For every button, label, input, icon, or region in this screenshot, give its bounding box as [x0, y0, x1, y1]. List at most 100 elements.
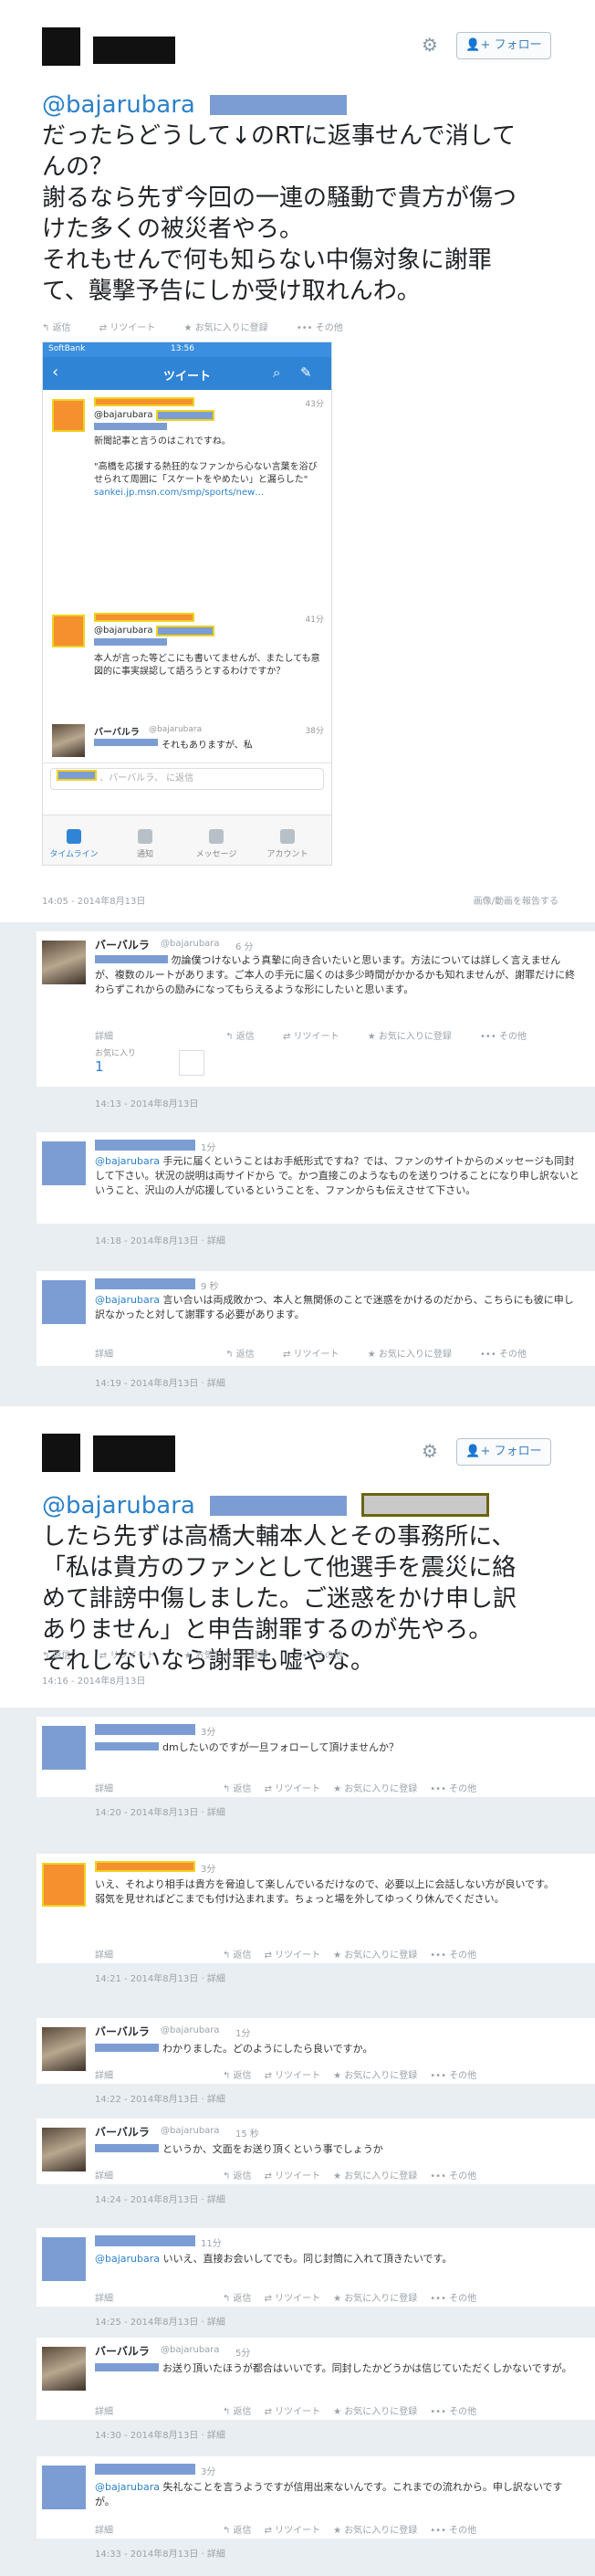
tab-account[interactable]: アカウント: [260, 829, 315, 859]
reply-timestamp[interactable]: 14:13 - 2014年8月13日: [95, 1096, 198, 1109]
reply-body: 失礼なことを言うようですが信用出来ないんです。これまでの流れから。申し訳ないです…: [95, 2481, 563, 2508]
tweet-timestamp[interactable]: 14:16 - 2014年8月13日: [42, 1673, 145, 1687]
reply-timestamp[interactable]: 14:24 - 2014年8月13日 · 詳細: [95, 2192, 225, 2205]
tweet-timestamp[interactable]: 14:05 - 2014年8月13日: [42, 893, 145, 907]
favorite-button[interactable]: ★ お気に入りに登録: [333, 1784, 417, 1794]
favorite-button[interactable]: ★ お気に入りに登録: [184, 323, 281, 333]
reply-text: いえ、それより相手は貴方を脅迫して楽しんでいるだけなので、必要以上に会話しない方…: [95, 1877, 580, 1907]
more-button[interactable]: ••• その他: [430, 2526, 476, 2536]
reply-timestamp[interactable]: 14:20 - 2014年8月13日 · 詳細: [95, 1804, 225, 1818]
reply-button[interactable]: ↰ 返信: [225, 1032, 267, 1042]
favorite-button[interactable]: ★ お気に入りに登録: [333, 2294, 417, 2304]
more-button[interactable]: ••• その他: [480, 1350, 539, 1360]
retweet-button[interactable]: ⇄ リツイート: [99, 323, 169, 333]
retweet-button[interactable]: ⇄ リツイート: [283, 1032, 352, 1042]
fav-user-avatar[interactable]: [179, 1050, 204, 1076]
reply-button[interactable]: ↰ 返信: [223, 2071, 252, 2081]
reply-actions: 詳細 ↰ 返信 ⇄ リツイート ★ お気に入りに登録 ••• その他: [95, 2067, 489, 2081]
more-button[interactable]: ••• その他: [297, 1651, 356, 1661]
favorite-button[interactable]: ★ お気に入りに登録: [368, 1032, 465, 1042]
reply-timestamp[interactable]: 14:21 - 2014年8月13日 · 詳細: [95, 1971, 225, 1984]
mention-link[interactable]: @bajarubara: [95, 2253, 163, 2265]
detail-link[interactable]: 詳細: [95, 2171, 113, 2182]
display-name[interactable]: バーバルラ: [95, 2024, 150, 2039]
reply-button[interactable]: ↰ 返信: [223, 2526, 252, 2536]
reply-button[interactable]: ↰ 返信: [223, 2294, 252, 2304]
avatar-redacted: [42, 1141, 86, 1185]
reply-button[interactable]: ↰ 返信: [225, 1350, 267, 1360]
more-button[interactable]: ••• その他: [430, 2407, 476, 2417]
favorite-button[interactable]: ★ お気に入りに登録: [333, 2526, 417, 2536]
follow-button[interactable]: 👤+ フォロー: [456, 32, 551, 59]
tab-notifications[interactable]: 通知: [118, 829, 172, 859]
detail-link[interactable]: 詳細: [95, 1350, 113, 1360]
mention-link[interactable]: @bajarubara: [95, 1155, 160, 1167]
reply-timestamp[interactable]: 14:22 - 2014年8月13日 · 詳細: [95, 2091, 225, 2105]
detail-link[interactable]: 詳細: [95, 1032, 113, 1042]
more-button[interactable]: ••• その他: [430, 1784, 476, 1794]
reply-button[interactable]: ↰ 返信: [223, 1784, 252, 1794]
reply-box[interactable]: 、バーバルラ、 に返信: [50, 768, 324, 790]
tweet-age: 5分: [235, 2349, 251, 2359]
mention-link[interactable]: @bajarubara: [95, 2481, 163, 2493]
favorite-button[interactable]: ★ お気に入りに登録: [333, 2171, 417, 2182]
detail-link[interactable]: 詳細: [95, 2526, 113, 2536]
mention-link[interactable]: @bajarubara: [42, 1492, 195, 1519]
retweet-button[interactable]: ⇄ リツイート: [265, 2071, 321, 2081]
retweet-button[interactable]: ⇄ リツイート: [283, 1350, 352, 1360]
reply-button[interactable]: ↰ 返信: [223, 2407, 252, 2417]
retweet-button[interactable]: ⇄ リツイート: [265, 2526, 321, 2536]
gear-icon[interactable]: ⚙: [422, 35, 442, 55]
retweet-button[interactable]: ⇄ リツイート: [265, 2294, 321, 2304]
favorite-button[interactable]: ★ お気に入りに登録: [368, 1350, 465, 1360]
detail-link[interactable]: 詳細: [95, 2407, 113, 2417]
redacted-name: [210, 95, 348, 115]
mention-link[interactable]: @bajarubara: [95, 1294, 160, 1306]
follow-button[interactable]: 👤+ フォロー: [456, 1438, 551, 1466]
favorite-button[interactable]: ★ お気に入りに登録: [333, 2071, 417, 2081]
attached-screenshot[interactable]: SoftBank 13:56 ‹ ツイート ⌕ ✎ 43分 @bajarubar…: [42, 342, 332, 866]
reply-button[interactable]: ↰ 返信: [42, 1651, 84, 1661]
tweet-line: けた多くの被災者やろ。: [42, 216, 304, 243]
reply-button[interactable]: ↰ 返信: [223, 2171, 252, 2182]
retweet-button[interactable]: ⇄ リツイート: [265, 2407, 321, 2417]
display-name[interactable]: バーバルラ: [95, 2124, 150, 2140]
detail-link[interactable]: 詳細: [95, 2294, 113, 2304]
reply-timestamp[interactable]: 14:25 - 2014年8月13日 · 詳細: [95, 2314, 225, 2328]
retweet-button[interactable]: ⇄ リツイート: [265, 1950, 321, 1961]
display-name[interactable]: バーバルラ: [95, 937, 150, 952]
more-button[interactable]: ••• その他: [430, 2071, 476, 2081]
article-link[interactable]: sankei.jp.msn.com/smp/sports/new…: [94, 487, 324, 499]
retweet-button[interactable]: ⇄ リツイート: [265, 2171, 321, 2182]
gear-icon[interactable]: ⚙: [422, 1441, 442, 1461]
favorite-button[interactable]: ★ お気に入りに登録: [333, 1950, 417, 1961]
retweet-button[interactable]: ⇄ リツイート: [99, 1651, 169, 1661]
search-icon[interactable]: ⌕: [273, 364, 280, 381]
more-button[interactable]: ••• その他: [430, 2171, 476, 2182]
report-media-link[interactable]: 画像/動画を報告する: [474, 893, 558, 907]
reply-button[interactable]: ↰ 返信: [223, 1950, 252, 1961]
tab-timeline[interactable]: タイムライン: [47, 829, 101, 859]
reply-card: 3分 @bajarubara 失礼なことを言うようですが信用出来ないんです。これま…: [37, 2456, 595, 2539]
tab-messages[interactable]: メッセージ: [189, 829, 244, 859]
more-button[interactable]: ••• その他: [297, 323, 356, 333]
detail-link[interactable]: 詳細: [95, 1950, 113, 1961]
compose-icon[interactable]: ✎: [300, 364, 312, 381]
redacted-bar: [95, 2363, 159, 2371]
reply-button[interactable]: ↰ 返信: [42, 323, 84, 333]
display-name[interactable]: バーバルラ: [95, 2343, 150, 2359]
more-button[interactable]: ••• その他: [430, 2294, 476, 2304]
fav-stat[interactable]: お気に入り 1: [95, 1046, 136, 1075]
reply-timestamp[interactable]: 14:19 - 2014年8月13日 · 詳細: [95, 1375, 225, 1389]
reply-timestamp[interactable]: 14:30 - 2014年8月13日 · 詳細: [95, 2427, 225, 2441]
reply-timestamp[interactable]: 14:33 - 2014年8月13日 · 詳細: [95, 2546, 225, 2560]
more-button[interactable]: ••• その他: [430, 1950, 476, 1961]
detail-link[interactable]: 詳細: [95, 1784, 113, 1794]
more-button[interactable]: ••• その他: [480, 1032, 539, 1042]
detail-link[interactable]: 詳細: [95, 2071, 113, 2081]
favorite-button[interactable]: ★ お気に入りに登録: [184, 1651, 281, 1661]
mention-link[interactable]: @bajarubara: [42, 91, 195, 119]
retweet-button[interactable]: ⇄ リツイート: [265, 1784, 321, 1794]
reply-timestamp[interactable]: 14:18 - 2014年8月13日 · 詳細: [95, 1233, 225, 1246]
favorite-button[interactable]: ★ お気に入りに登録: [333, 2407, 417, 2417]
